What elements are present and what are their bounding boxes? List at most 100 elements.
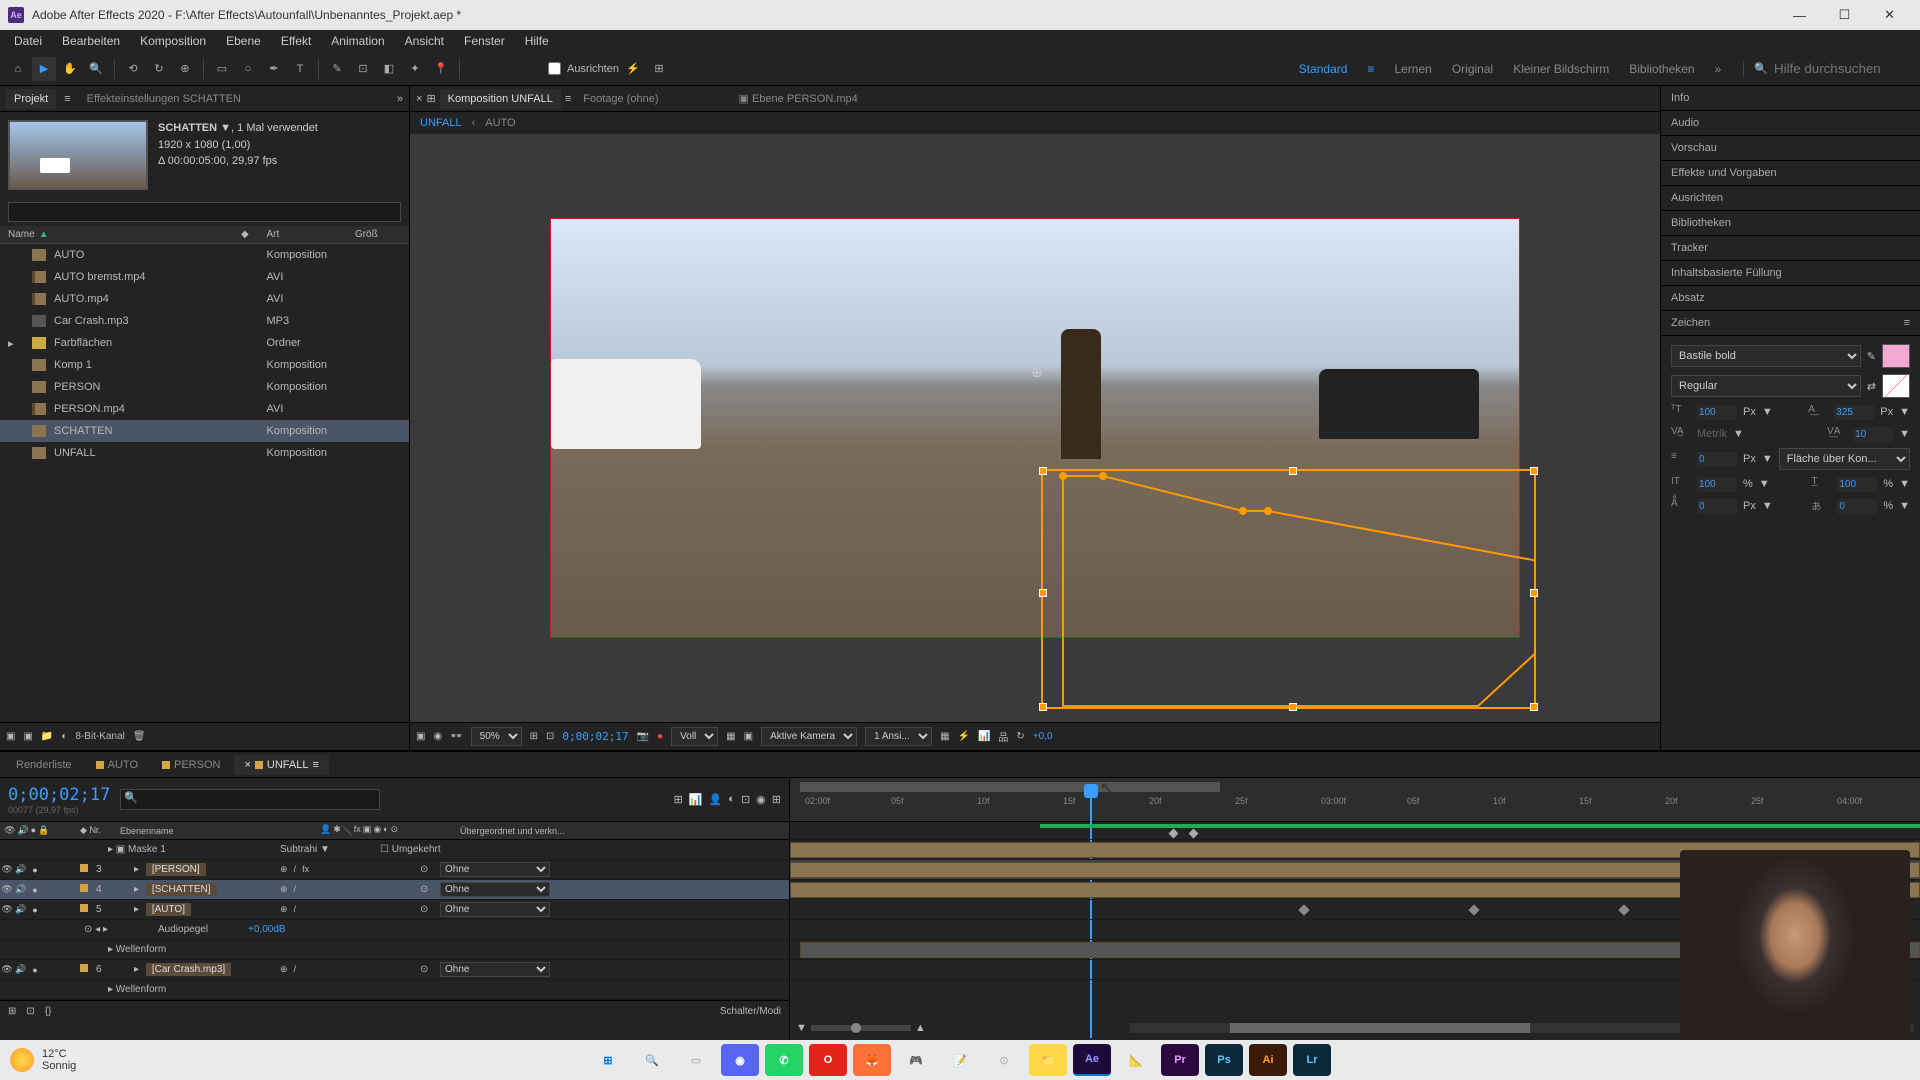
tl-frame-blend-icon[interactable]: ⊡ bbox=[741, 793, 750, 806]
sort-icon[interactable]: ▲ bbox=[39, 229, 49, 240]
menu-animation[interactable]: Animation bbox=[321, 32, 394, 50]
composition-viewer[interactable]: ⊕ bbox=[410, 134, 1660, 722]
fill-color-swatch[interactable] bbox=[1882, 344, 1910, 368]
project-item[interactable]: ▸FarbflächenOrdner bbox=[0, 332, 409, 354]
col-shy-icon[interactable]: 👤 bbox=[320, 824, 331, 837]
close-button[interactable]: ✕ bbox=[1867, 0, 1912, 30]
work-area[interactable] bbox=[800, 782, 1220, 792]
tl-toggle-inout-icon[interactable]: {‌} bbox=[45, 1006, 52, 1017]
project-item[interactable]: AUTO.mp4AVI bbox=[0, 288, 409, 310]
vscale-input[interactable]: 100 bbox=[1697, 477, 1737, 492]
keyframe[interactable] bbox=[1618, 904, 1629, 915]
puppet-tool[interactable]: 📍 bbox=[429, 57, 453, 81]
workspace-standard[interactable]: Standard bbox=[1299, 62, 1348, 76]
panel-align[interactable]: Ausrichten bbox=[1661, 186, 1920, 211]
panel-audio[interactable]: Audio bbox=[1661, 111, 1920, 136]
project-item[interactable]: Car Crash.mp3MP3 bbox=[0, 310, 409, 332]
col-label-icon[interactable]: ◆ bbox=[241, 229, 267, 240]
project-item[interactable]: PERSON.mp4AVI bbox=[0, 398, 409, 420]
workspace-overflow-icon[interactable]: » bbox=[1715, 62, 1722, 76]
search-button[interactable]: 🔍 bbox=[633, 1044, 671, 1076]
views-select[interactable]: 1 Ansi... bbox=[865, 727, 932, 746]
snap-checkbox[interactable] bbox=[548, 62, 561, 75]
stroke-width-input[interactable]: 0 bbox=[1697, 452, 1737, 467]
breadcrumb-auto[interactable]: AUTO bbox=[485, 117, 515, 129]
panel-content-fill[interactable]: Inhaltsbasierte Füllung bbox=[1661, 261, 1920, 286]
comp-grid-icon[interactable]: ⊞ bbox=[426, 92, 435, 105]
workspace-learn[interactable]: Lernen bbox=[1394, 62, 1431, 76]
anchor-tool[interactable]: ⊕ bbox=[173, 57, 197, 81]
grid-icon[interactable]: ⊡ bbox=[546, 731, 554, 742]
rect-tool[interactable]: ▭ bbox=[210, 57, 234, 81]
clone-tool[interactable]: ⊡ bbox=[351, 57, 375, 81]
col-label-icon[interactable]: ◆ bbox=[80, 825, 87, 835]
minimize-button[interactable]: — bbox=[1777, 0, 1822, 30]
col-layername[interactable]: Ebenenname bbox=[120, 826, 320, 836]
zoom-select[interactable]: 50% bbox=[471, 727, 522, 746]
workspace-menu-icon[interactable]: ≡ bbox=[1367, 62, 1374, 76]
dropdown-icon[interactable]: ▼ bbox=[220, 122, 231, 134]
project-item[interactable]: UNFALLKomposition bbox=[0, 442, 409, 464]
toggle-channel-icon[interactable]: 👓 bbox=[450, 731, 462, 742]
toggle-mask-icon[interactable]: ◉ bbox=[433, 731, 442, 742]
zoom-slider-handle[interactable] bbox=[851, 1023, 861, 1033]
col-lock-icon[interactable]: 🔒 bbox=[38, 825, 49, 836]
lightroom-icon[interactable]: Lr bbox=[1293, 1044, 1331, 1076]
timeline-layer[interactable]: ▸ Wellenform bbox=[0, 940, 789, 960]
snap-grid-icon[interactable]: ⊞ bbox=[647, 57, 671, 81]
tab-footage[interactable]: Footage (ohne) bbox=[575, 89, 666, 109]
tl-motion-blur-icon[interactable]: ◉ bbox=[756, 793, 766, 806]
selection-tool[interactable]: ▶ bbox=[32, 57, 56, 81]
hand-tool[interactable]: ✋ bbox=[58, 57, 82, 81]
start-button[interactable]: ⊞ bbox=[589, 1044, 627, 1076]
pen-tool[interactable]: ✒ bbox=[262, 57, 286, 81]
workspace-small[interactable]: Kleiner Bildschirm bbox=[1513, 62, 1609, 76]
home-tool[interactable]: ⌂ bbox=[6, 57, 30, 81]
tsume-input[interactable]: 0 bbox=[1837, 499, 1877, 514]
timeline-icon[interactable]: 📊 bbox=[978, 731, 990, 742]
tl-zoom-in-icon[interactable]: ▲ bbox=[915, 1022, 926, 1034]
panel-libraries[interactable]: Bibliotheken bbox=[1661, 211, 1920, 236]
obs-icon[interactable]: ⊙ bbox=[985, 1044, 1023, 1076]
breadcrumb-unfall[interactable]: UNFALL bbox=[420, 117, 462, 129]
panel-overflow-icon[interactable]: » bbox=[397, 93, 403, 105]
menu-composition[interactable]: Komposition bbox=[130, 32, 216, 50]
timeline-layer[interactable]: 👁🔊●5▸ [AUTO]⊕/⊙Ohne bbox=[0, 900, 789, 920]
anchor-point-icon[interactable]: ⊕ bbox=[1031, 364, 1045, 378]
bit-depth[interactable]: 8-Bit-Kanal bbox=[75, 731, 124, 742]
new-folder-icon[interactable]: 📁 bbox=[41, 731, 53, 742]
tl-toggle-switches-icon[interactable]: ⊞ bbox=[8, 1006, 16, 1017]
help-search[interactable] bbox=[1774, 61, 1914, 76]
timeline-layer[interactable]: 👁🔊●3▸ [PERSON]⊕/fx⊙Ohne bbox=[0, 860, 789, 880]
app-icon-1[interactable]: 🎮 bbox=[897, 1044, 935, 1076]
timeline-layer[interactable]: ⊙ ◂ ▸Audiopegel+0,00dB bbox=[0, 920, 789, 940]
weather-widget[interactable]: 12°C Sonnig bbox=[10, 1048, 76, 1072]
illustrator-icon[interactable]: Ai bbox=[1249, 1044, 1287, 1076]
menu-edit[interactable]: Bearbeiten bbox=[52, 32, 130, 50]
flowchart-icon[interactable]: 品 bbox=[998, 729, 1008, 744]
project-item[interactable]: AUTOKomposition bbox=[0, 244, 409, 266]
project-item[interactable]: Komp 1Komposition bbox=[0, 354, 409, 376]
project-item[interactable]: AUTO bremst.mp4AVI bbox=[0, 266, 409, 288]
trash-icon[interactable]: 🗑 bbox=[133, 731, 146, 742]
workspace-original[interactable]: Original bbox=[1452, 62, 1493, 76]
swap-colors-icon[interactable]: ⇄ bbox=[1867, 380, 1876, 393]
comp-back-icon[interactable]: × bbox=[416, 93, 422, 105]
photoshop-icon[interactable]: Ps bbox=[1205, 1044, 1243, 1076]
timeline-layer[interactable]: 👁🔊●6▸ [Car Crash.mp3]⊕/⊙Ohne bbox=[0, 960, 789, 980]
panel-menu-icon[interactable]: ≡ bbox=[1904, 317, 1910, 329]
comp-menu-icon[interactable]: ≡ bbox=[565, 93, 571, 105]
channel-rgb-icon[interactable]: ● bbox=[657, 731, 663, 742]
keyframe-row[interactable] bbox=[1170, 828, 1207, 840]
taskview-button[interactable]: ▭ bbox=[677, 1044, 715, 1076]
menu-effect[interactable]: Effekt bbox=[271, 32, 321, 50]
menu-file[interactable]: Datei bbox=[4, 32, 52, 50]
tab-project-menu-icon[interactable]: ≡ bbox=[64, 93, 70, 105]
interpret-icon[interactable]: ▣ bbox=[6, 731, 15, 742]
tl-graph-icon[interactable]: 📊 bbox=[689, 793, 703, 806]
region-icon[interactable]: ▣ bbox=[744, 731, 753, 742]
toggle-alpha-icon[interactable]: ▣ bbox=[416, 731, 425, 742]
leading-input[interactable]: 325 bbox=[1834, 405, 1874, 420]
tab-tl-unfall[interactable]: × UNFALL ≡ bbox=[234, 755, 328, 775]
panel-tracker[interactable]: Tracker bbox=[1661, 236, 1920, 261]
